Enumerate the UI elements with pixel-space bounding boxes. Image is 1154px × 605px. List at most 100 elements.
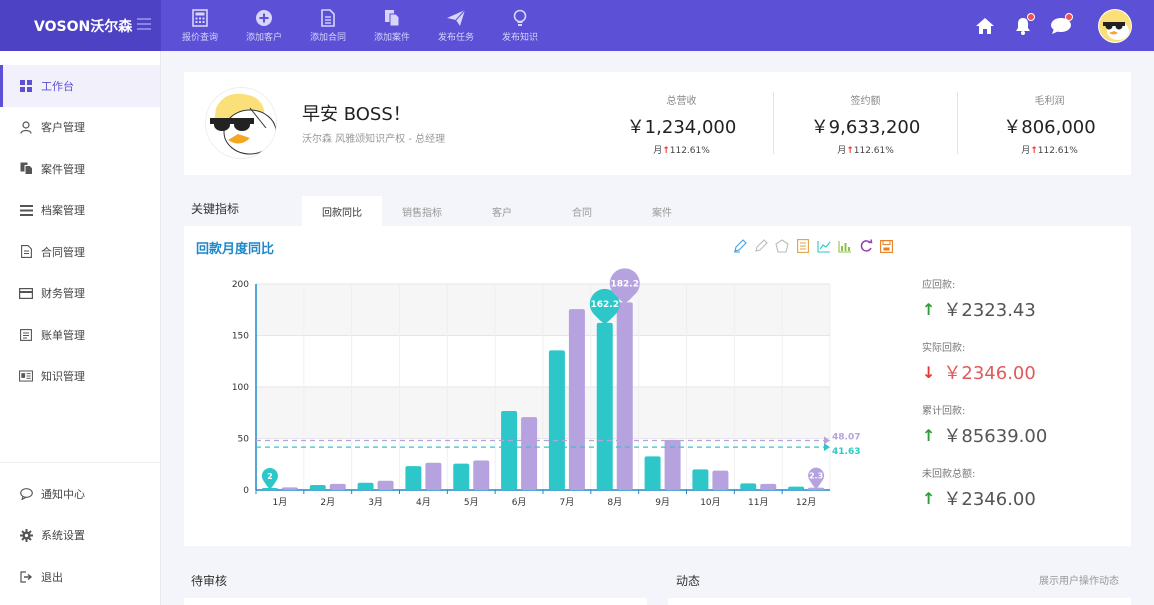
arrow-up-icon: ↑ [662,146,670,156]
sidebar-item-label: 通知中心 [41,487,85,501]
x-tick-label: 11月 [748,497,768,508]
sidebar-item-finance[interactable]: 财务管理 [0,273,160,315]
bar-10月 [712,470,729,490]
sidebar-item-label: 退出 [41,570,63,584]
quick-action-add-customer[interactable]: 添加客户 [232,0,296,51]
sidebar-item-settings[interactable]: 系统设置 [0,515,160,557]
x-tick-label: 5月 [464,497,479,508]
greeting-text: 早安 BOSS！ [302,104,411,125]
bar-5月 [453,463,470,490]
x-tick-label: 1月 [273,497,288,508]
stat-value: ￥1,234,000 [626,117,737,138]
arrow-down-icon: ↓ [922,362,936,382]
tab-customers[interactable]: 客户 [462,196,542,226]
mean-label: 41.63 [832,447,860,457]
y-tick-label: 200 [232,280,249,290]
pin-label: 2.3 [809,472,823,481]
bar-2月 [309,484,326,490]
plus-circle-icon [254,8,274,28]
logout-icon [19,570,33,584]
bill-icon [19,328,33,342]
copy-icon [19,162,33,176]
sidebar-item-cases[interactable]: 案件管理 [0,148,160,190]
sidebar-item-knowledge[interactable]: 知识管理 [0,356,160,398]
list-icon [19,203,33,217]
arrow-up-icon: ↑ [1030,146,1038,156]
sidebar: 工作台 客户管理 案件管理 档案管理 合同管理 财务管理 账单管理 知识管理 通… [0,51,161,605]
sidebar-item-logout[interactable]: 退出 [0,556,160,598]
stat-label: 总营收 [666,96,697,107]
user-avatar[interactable] [1098,8,1132,43]
lightbulb-icon [510,8,530,28]
quick-action-label: 发布知识 [501,33,538,43]
quick-action-add-case[interactable]: 添加案件 [360,0,424,51]
tab-sales-indicators[interactable]: 销售指标 [382,196,462,226]
notifications-button[interactable] [1004,0,1042,51]
quick-action-publish-knowledge[interactable]: 发布知识 [488,0,552,51]
brand-logo[interactable]: VOSON沃尔森 [0,0,161,51]
activity-card [668,598,1131,605]
copy-icon [382,8,402,28]
quick-action-quote[interactable]: 报价查询 [168,0,232,51]
bar-7月 [548,350,565,490]
kpi-tabs: 回款同比 销售指标 客户 合同 案件 [302,196,702,226]
sidebar-item-contracts[interactable]: 合同管理 [0,231,160,273]
sidebar-item-notifications[interactable]: 通知中心 [0,473,160,515]
stat-change: 月↑112.61% [653,146,710,156]
bar-4月 [405,466,422,490]
news-icon [19,369,33,383]
stat-change: 月↑112.61% [1021,146,1078,156]
bar-11月 [760,483,777,490]
summary-value: ↑ ￥2346.00 [922,488,1036,511]
profile-subline: 沃尔森 风雅颂知识产权 - 总经理 [302,134,446,145]
quick-action-label: 报价查询 [181,33,218,43]
arrow-up-icon: ↑ [922,488,936,508]
tab-contracts[interactable]: 合同 [542,196,622,226]
sidebar-item-dashboard[interactable]: 工作台 [0,65,160,107]
x-tick-label: 6月 [512,497,527,508]
profile-avatar[interactable] [205,87,277,159]
stat-gross-profit: 毛利润 ￥806,000 月↑112.61% [958,92,1141,156]
bar-7月 [568,309,585,490]
payment-bar-chart: 0 50 100 150 200 1月 2月 3月 4月 5月 6月 7月 8月 9月 10月 11月 12月 4… [232,268,860,508]
bar-11月 [740,483,757,490]
bar-12月 [788,486,805,490]
bar-5月 [473,460,490,490]
tab-payment-yoy[interactable]: 回款同比 [302,196,382,226]
home-button[interactable] [966,0,1004,51]
arrow-up-icon: ↑ [922,299,936,319]
bar-4月 [425,462,442,490]
quick-action-publish-task[interactable]: 发布任务 [424,0,488,51]
bar-9月 [644,456,661,490]
summary-actual: 实际回款: ↓ ￥2346.00 [922,339,1122,402]
x-tick-label: 10月 [700,497,720,508]
stat-label: 签约额 [850,96,881,107]
message-dot [1065,13,1073,21]
sidebar-item-archives[interactable]: 档案管理 [0,190,160,232]
x-tick-label: 12月 [796,497,816,508]
pending-review-card [184,598,647,605]
tab-cases[interactable]: 案件 [622,196,702,226]
sidebar-item-label: 系统设置 [41,529,85,543]
sidebar-item-customers[interactable]: 客户管理 [0,107,160,149]
sidebar-item-label: 档案管理 [41,204,85,218]
menu-toggle-icon[interactable] [137,18,151,30]
sidebar-item-bills[interactable]: 账单管理 [0,314,160,356]
sidebar-item-label: 财务管理 [41,287,85,301]
summary-value: ↑ ￥2323.43 [922,299,1036,322]
summary-value: ↓ ￥2346.00 [922,362,1036,385]
profile-card: 早安 BOSS！ 沃尔森 风雅颂知识产权 - 总经理 总营收 ￥1,234,00… [184,72,1131,175]
sidebar-item-label: 客户管理 [41,121,85,135]
sidebar-bottom: 通知中心 系统设置 退出 [0,462,160,598]
arrow-up-icon: ↑ [846,146,854,156]
quick-action-add-contract[interactable]: 添加合同 [296,0,360,51]
stat-change: 月↑112.61% [837,146,894,156]
arrow-up-icon: ↑ [922,425,936,445]
mean-label: 48.07 [832,432,860,442]
sidebar-item-label: 案件管理 [41,162,85,176]
x-tick-label: 4月 [416,497,431,508]
summary-receivable: 应回款: ↑ ￥2323.43 [922,276,1122,339]
messages-button[interactable] [1042,0,1080,51]
payment-summary: 应回款: ↑ ￥2323.43 实际回款: ↓ ￥2346.00 累计回款: ↑ ￥8… [922,276,1122,528]
sidebar-item-label: 工作台 [41,79,74,93]
